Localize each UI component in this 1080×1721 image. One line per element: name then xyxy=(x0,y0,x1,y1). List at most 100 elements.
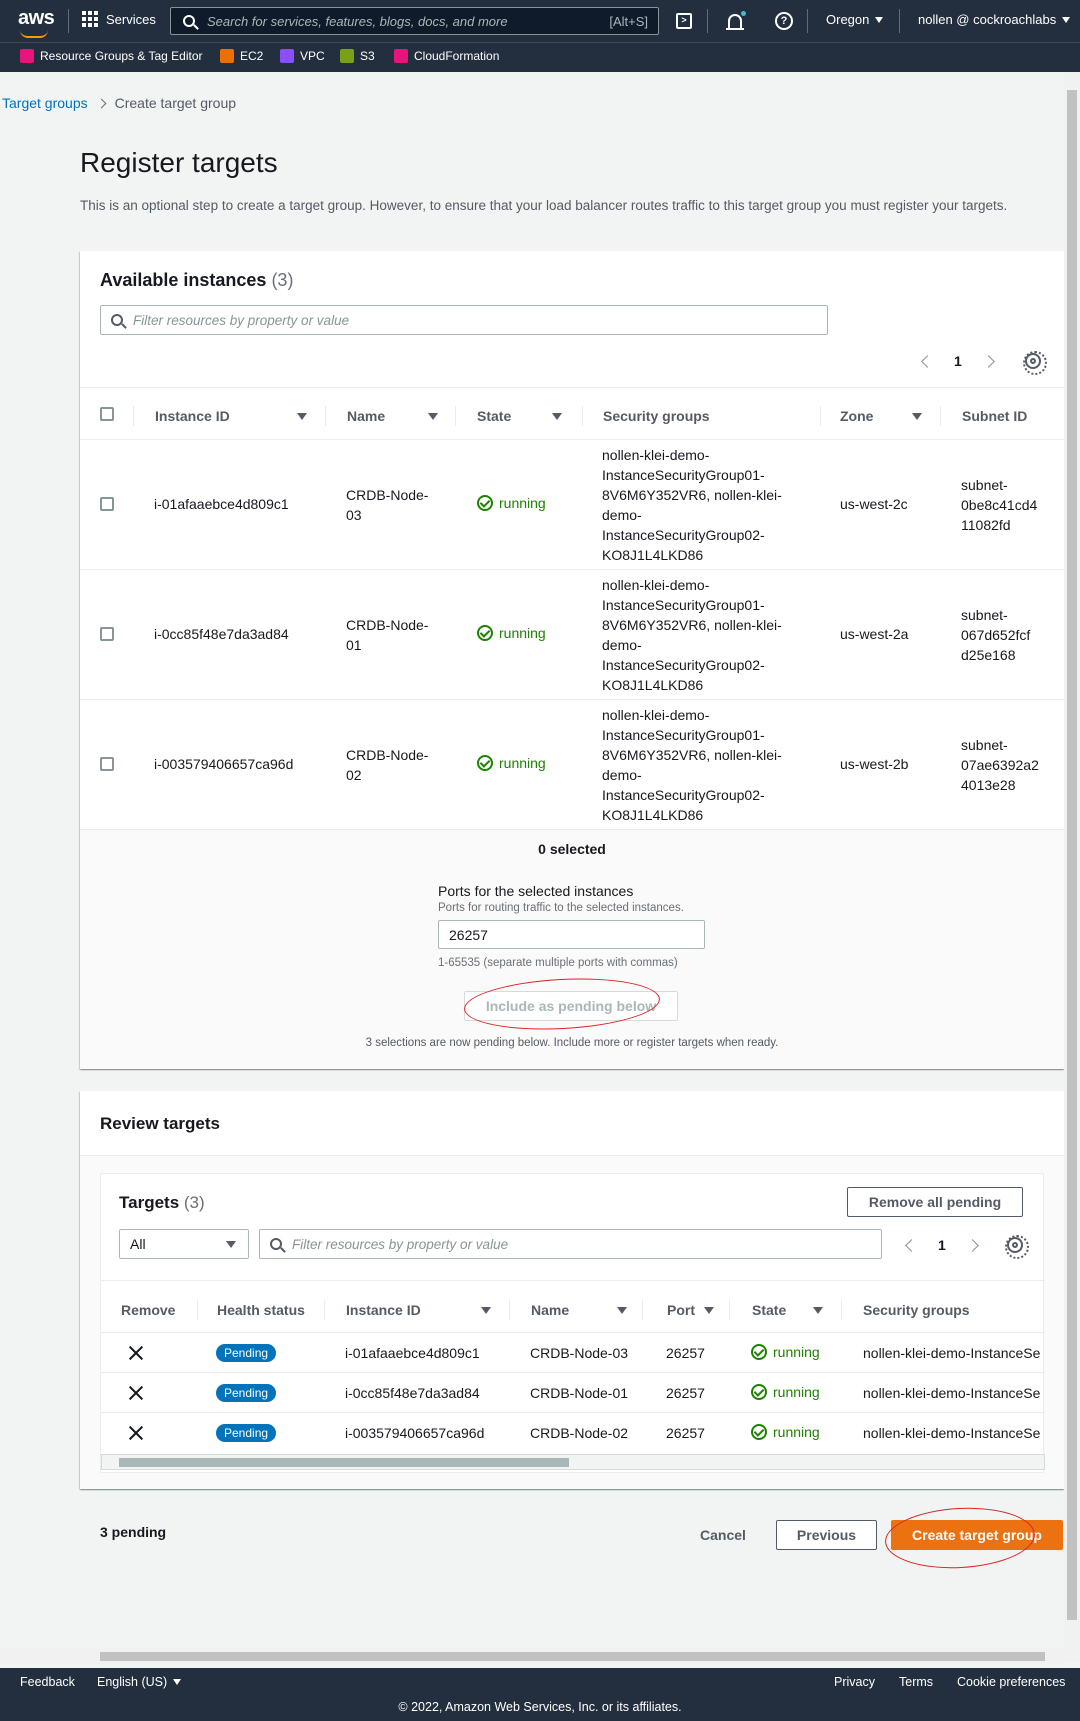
page-number[interactable]: 1 xyxy=(954,353,962,369)
column-header-name[interactable]: Name xyxy=(531,1302,569,1318)
sort-icon[interactable] xyxy=(704,1307,714,1314)
sort-icon[interactable] xyxy=(813,1307,823,1314)
column-header-security-groups[interactable]: Security groups xyxy=(603,408,710,424)
subnet-id: subnet- 0be8c41cd4 11082fd xyxy=(961,475,1037,535)
notifications-button[interactable] xyxy=(725,11,746,31)
column-header-zone[interactable]: Zone xyxy=(840,408,873,424)
column-header-subnet-id[interactable]: Subnet ID xyxy=(962,408,1027,424)
instance-name: CRDB-Node-01 xyxy=(530,1385,629,1401)
column-header-port[interactable]: Port xyxy=(667,1302,695,1318)
favorite-vpc[interactable]: VPC xyxy=(280,49,325,63)
targets-filter-select[interactable]: All xyxy=(119,1229,249,1259)
remove-x-icon[interactable] xyxy=(129,1346,143,1360)
caret-down-icon xyxy=(875,16,884,23)
scroll-thumb[interactable] xyxy=(119,1458,569,1467)
feedback-link[interactable]: Feedback xyxy=(20,1675,75,1689)
cloudshell-button[interactable]: > xyxy=(674,11,694,31)
column-label: Name xyxy=(531,1302,570,1318)
services-menu[interactable]: Services xyxy=(82,11,156,27)
column-header-state[interactable]: State xyxy=(477,408,511,424)
row-checkbox[interactable] xyxy=(100,757,114,771)
sort-icon[interactable] xyxy=(912,413,922,420)
favorite-s3[interactable]: S3 xyxy=(340,49,375,63)
sg-line: nollen-klei-demo- xyxy=(602,577,710,593)
nav-divider xyxy=(68,9,69,33)
column-header-state[interactable]: State xyxy=(752,1302,786,1318)
targets-horizontal-scrollbar[interactable] xyxy=(101,1454,1045,1470)
account-menu[interactable]: nollen @ cockroachlabs xyxy=(918,12,1071,27)
column-header-instance-id[interactable]: Instance ID xyxy=(155,408,230,424)
chevron-left-icon[interactable] xyxy=(905,1238,918,1252)
ports-input[interactable]: 26257 xyxy=(438,920,705,949)
create-target-group-button[interactable]: Create target group xyxy=(891,1520,1063,1550)
column-header-instance-id[interactable]: Instance ID xyxy=(346,1302,421,1318)
instance-id: i-01afaaebce4d809c1 xyxy=(345,1345,480,1361)
instance-id: i-01afaaebce4d809c1 xyxy=(154,496,289,512)
column-header-security-groups[interactable]: Security groups xyxy=(863,1302,970,1318)
row-checkbox[interactable] xyxy=(100,497,114,511)
available-filter-input[interactable]: Filter resources by property or value xyxy=(100,305,828,335)
caret-down-icon xyxy=(1062,16,1071,23)
remove-x-icon[interactable] xyxy=(129,1426,143,1440)
table-divider xyxy=(80,699,1064,700)
remove-all-label: Remove all pending xyxy=(868,1194,1002,1210)
settings-gear-icon[interactable] xyxy=(1005,1235,1029,1259)
scroll-thumb[interactable] xyxy=(100,1652,1045,1661)
aws-logo[interactable]: aws xyxy=(18,7,55,38)
sort-icon[interactable] xyxy=(428,413,438,420)
status-ok-icon xyxy=(751,1344,767,1360)
favorite-ec2[interactable]: EC2 xyxy=(220,49,263,63)
column-header-health-status[interactable]: Health status xyxy=(217,1302,305,1318)
previous-button[interactable]: Previous xyxy=(776,1520,877,1550)
settings-gear-icon[interactable] xyxy=(1023,351,1047,375)
sort-icon[interactable] xyxy=(617,1307,627,1314)
privacy-link[interactable]: Privacy xyxy=(834,1675,875,1689)
chevron-left-icon[interactable] xyxy=(921,354,934,368)
breadcrumb-target-groups-link[interactable]: Target groups xyxy=(2,95,88,111)
port: 26257 xyxy=(666,1345,705,1361)
remove-x-icon[interactable] xyxy=(129,1386,143,1400)
column-label: Subnet ID xyxy=(962,408,1028,424)
row-checkbox[interactable] xyxy=(100,627,114,641)
favorite-label: S3 xyxy=(360,49,375,63)
status-ok-icon xyxy=(477,755,493,771)
cloudshell-icon: > xyxy=(676,13,692,29)
column-separator xyxy=(729,1300,730,1320)
help-button[interactable]: ? xyxy=(774,11,794,31)
available-pagination: 1 xyxy=(921,353,995,369)
include-as-pending-button[interactable]: Include as pending below xyxy=(464,991,678,1021)
include-button-label: Include as pending below xyxy=(485,998,657,1014)
column-label: State xyxy=(752,1302,787,1318)
sort-icon[interactable] xyxy=(552,413,562,420)
favorite-cloudformation[interactable]: CloudFormation xyxy=(394,49,499,63)
favorites-bar: Resource Groups & Tag Editor EC2 VPC S3 … xyxy=(0,42,1080,72)
global-search-input[interactable]: Search for services, features, blogs, do… xyxy=(170,7,659,35)
remove-all-pending-button[interactable]: Remove all pending xyxy=(847,1187,1023,1217)
security-groups: nollen-klei-demo- InstanceSecurityGroup0… xyxy=(602,445,782,565)
select-all-checkbox[interactable] xyxy=(100,407,114,421)
scroll-thumb[interactable] xyxy=(1067,90,1077,1620)
chevron-right-icon[interactable] xyxy=(981,354,995,368)
chevron-right-icon[interactable] xyxy=(965,1238,979,1252)
terms-link[interactable]: Terms xyxy=(899,1675,933,1689)
column-separator xyxy=(841,1300,842,1320)
cookie-preferences-link[interactable]: Cookie preferences xyxy=(957,1675,1065,1689)
review-targets-title: Review targets xyxy=(100,1114,220,1133)
favorite-resource-groups[interactable]: Resource Groups & Tag Editor xyxy=(20,49,203,63)
page-vertical-scrollbar[interactable] xyxy=(1064,72,1080,1662)
subnet-id: subnet- 067d652fcf d25e168 xyxy=(961,605,1030,665)
region-selector[interactable]: Oregon xyxy=(826,12,884,27)
zone: us-west-2b xyxy=(840,756,909,772)
account-label: nollen @ cockroachlabs xyxy=(918,12,1057,27)
vpc-icon xyxy=(280,49,294,63)
targets-filter-input[interactable]: Filter resources by property or value xyxy=(259,1229,882,1259)
page-number[interactable]: 1 xyxy=(938,1237,946,1253)
name-line: CRDB-Node- xyxy=(346,487,429,503)
cancel-button[interactable]: Cancel xyxy=(688,1520,758,1550)
column-header-name[interactable]: Name xyxy=(347,408,385,424)
page-horizontal-scrollbar[interactable] xyxy=(0,1648,1064,1664)
sort-icon[interactable] xyxy=(481,1307,491,1314)
column-separator xyxy=(324,1300,325,1320)
language-selector[interactable]: English (US) xyxy=(97,1675,182,1689)
sort-icon[interactable] xyxy=(297,413,307,420)
